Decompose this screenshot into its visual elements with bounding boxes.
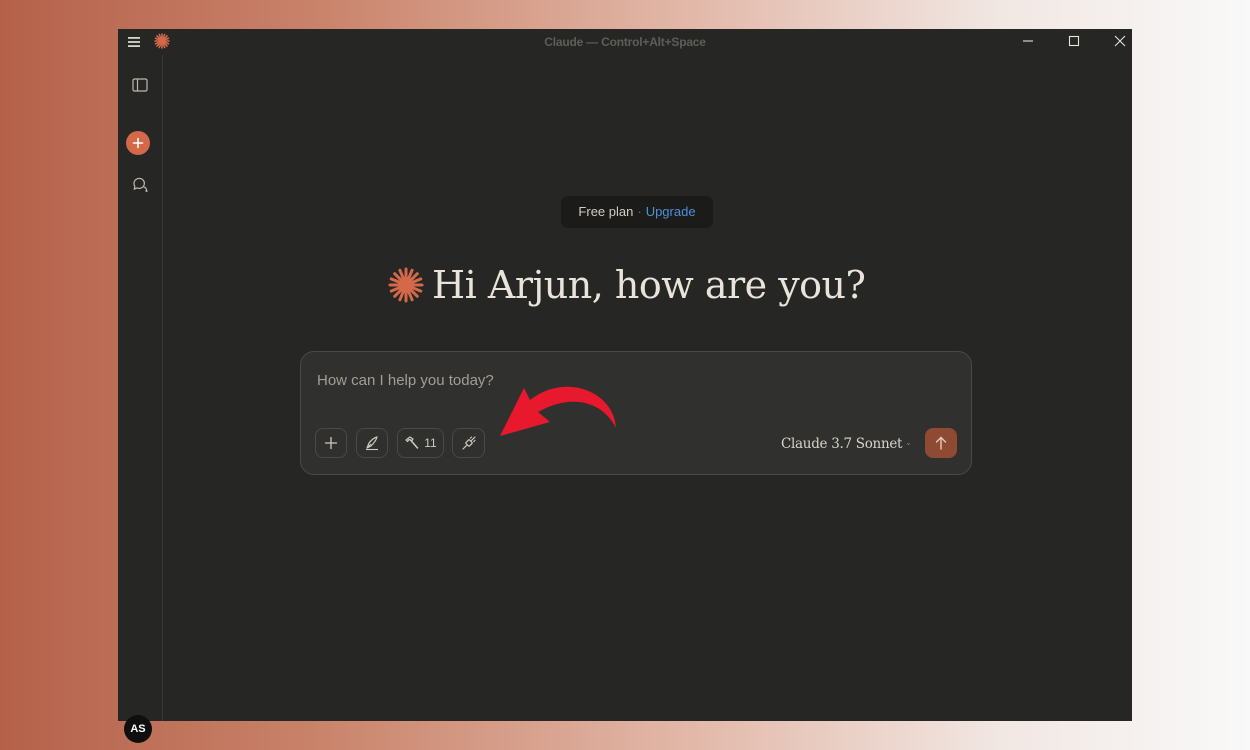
minimize-button[interactable] [1016,32,1040,52]
sidebar-panel-icon [132,78,148,92]
model-label: Claude 3.7 Sonnet [781,436,903,452]
pen-nib-icon [366,436,378,451]
arrow-up-icon [935,436,947,450]
send-button[interactable] [925,428,957,458]
plus-icon [324,436,338,450]
tools-button[interactable]: 11 [397,428,444,458]
close-button[interactable] [1108,32,1132,52]
plan-separator: · [637,204,642,219]
upgrade-link[interactable]: Upgrade [646,204,696,219]
model-selector[interactable]: Claude 3.7 Sonnet [781,432,911,456]
composer: 11 Claude 3.7 Sonnet [300,351,972,475]
tools-count: 11 [424,436,437,450]
plug-icon [461,436,476,450]
plus-icon [132,137,144,149]
claude-window: Claude — Control+Alt+Space AS Free plan … [118,29,1132,743]
chat-bubbles-icon [133,177,148,192]
style-button[interactable] [356,428,388,458]
hammer-icon [405,436,419,449]
claude-starburst-icon [388,267,424,303]
chats-button[interactable] [126,170,154,198]
plan-label: Free plan [578,204,634,219]
sidebar: AS [118,55,163,743]
maximize-button[interactable] [1062,32,1086,52]
annotation-arrow [500,386,616,436]
sidebar-toggle-button[interactable] [126,71,154,99]
plan-badge: Free plan · Upgrade [561,196,713,228]
user-avatar[interactable]: AS [124,715,152,743]
attach-button[interactable] [315,428,347,458]
maximize-icon [1068,35,1080,47]
integrations-button[interactable] [452,428,485,458]
window-title: Claude — Control+Alt+Space [544,35,706,49]
prompt-input[interactable] [315,366,939,394]
new-chat-button[interactable] [126,131,150,155]
greeting-text: Hi Arjun, how are you? [432,263,866,307]
chevron-down-icon [906,443,911,446]
minimize-icon [1023,40,1033,42]
close-icon [1114,35,1126,47]
greeting: Hi Arjun, how are you? [388,257,908,313]
title-bar: Claude — Control+Alt+Space [118,29,1132,55]
